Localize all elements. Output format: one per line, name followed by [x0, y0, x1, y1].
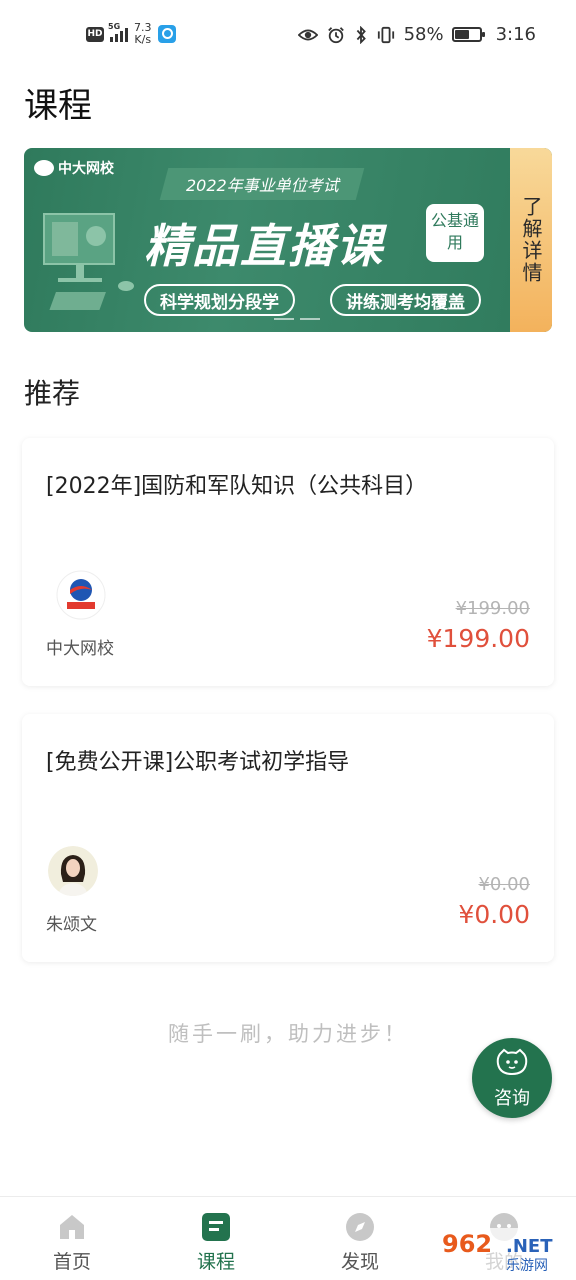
- banner-logo-text: 中大网校: [58, 161, 114, 177]
- logo-mark-icon: [34, 160, 54, 176]
- section-title-recommend: 推荐: [24, 377, 81, 410]
- school-logo-icon: [56, 570, 106, 620]
- original-price: ¥199.00: [455, 598, 530, 619]
- consult-button[interactable]: 咨询: [472, 1038, 552, 1118]
- clock: 3:16: [495, 24, 536, 45]
- banner-pager-dots: [274, 318, 320, 320]
- vibrate-icon: [377, 26, 394, 43]
- course-title: [免费公开课]公职考试初学指导: [46, 750, 350, 775]
- network-type: 5G: [108, 22, 121, 31]
- banner-headline: 精品直播课: [144, 219, 384, 273]
- svg-text:962: 962: [442, 1230, 492, 1258]
- banner-year-text: 2022年事业单位考试: [185, 176, 339, 195]
- teacher-portrait-icon: [48, 846, 98, 896]
- battery-icon: [451, 27, 485, 42]
- tab-courses[interactable]: 课程: [144, 1197, 288, 1280]
- original-price: ¥0.00: [478, 874, 530, 895]
- signal-icon: 5G: [108, 22, 128, 42]
- current-price: ¥0.00: [458, 900, 530, 929]
- promo-banner[interactable]: 中大网校 2022年事业单位考试 精品直播课 公基通用 科学规划分段学 讲练测考…: [24, 148, 552, 332]
- tab-home-label: 首页: [52, 1251, 91, 1273]
- hd-icon: HD: [86, 26, 104, 42]
- compass-icon: [346, 1213, 374, 1241]
- network-speed: 7.3 K/s: [134, 22, 152, 46]
- course-title: [2022年]国防和军队知识（公共科目）: [46, 474, 428, 499]
- site-watermark: 962 .NET 乐游网: [436, 1228, 576, 1274]
- author-avatar: [56, 570, 106, 620]
- page-title: 课程: [24, 86, 92, 126]
- status-bar: HD 5G 7.3 K/s 58% 3:16: [0, 0, 576, 72]
- tab-courses-label: 课程: [196, 1251, 235, 1273]
- chat-face-icon: [496, 1048, 528, 1076]
- course-card[interactable]: [2022年]国防和军队知识（公共科目） 中大网校 ¥199.00 ¥199.0…: [22, 438, 554, 686]
- consult-label: 咨询: [494, 1088, 530, 1109]
- course-author: 中大网校: [46, 639, 114, 659]
- course-icon: [202, 1213, 230, 1241]
- svg-text:.NET: .NET: [506, 1236, 553, 1257]
- alarm-icon: [327, 26, 344, 43]
- status-left: HD 5G 7.3 K/s: [86, 22, 176, 46]
- battery-percent: 58%: [403, 24, 444, 45]
- svg-text:乐游网: 乐游网: [506, 1258, 548, 1274]
- course-author: 朱颂文: [46, 915, 97, 935]
- banner-logo: 中大网校: [34, 158, 114, 178]
- eye-icon: [297, 29, 318, 40]
- tab-discover[interactable]: 发现: [288, 1197, 432, 1280]
- banner-pub-tag: 公基通用: [426, 204, 484, 262]
- banner-pill-plan: 科学规划分段学: [144, 284, 295, 316]
- banner-pill-practice: 讲练测考均覆盖: [330, 284, 481, 316]
- tab-home[interactable]: 首页: [0, 1197, 144, 1280]
- home-icon: [60, 1215, 84, 1239]
- tab-discover-label: 发现: [340, 1251, 379, 1273]
- author-avatar: [48, 846, 98, 896]
- speed-unit: K/s: [134, 33, 152, 46]
- computer-illustration-icon: [43, 213, 134, 310]
- course-card[interactable]: [免费公开课]公职考试初学指导 朱颂文 ¥0.00 ¥0.00: [22, 714, 554, 962]
- current-price: ¥199.00: [426, 624, 530, 653]
- search-app-icon: [157, 25, 176, 43]
- status-right: 58% 3:16: [297, 24, 536, 45]
- banner-year-tag: 2022年事业单位考试: [159, 168, 365, 200]
- bluetooth-icon: [356, 25, 366, 44]
- banner-details-button[interactable]: 了解详情: [510, 148, 552, 332]
